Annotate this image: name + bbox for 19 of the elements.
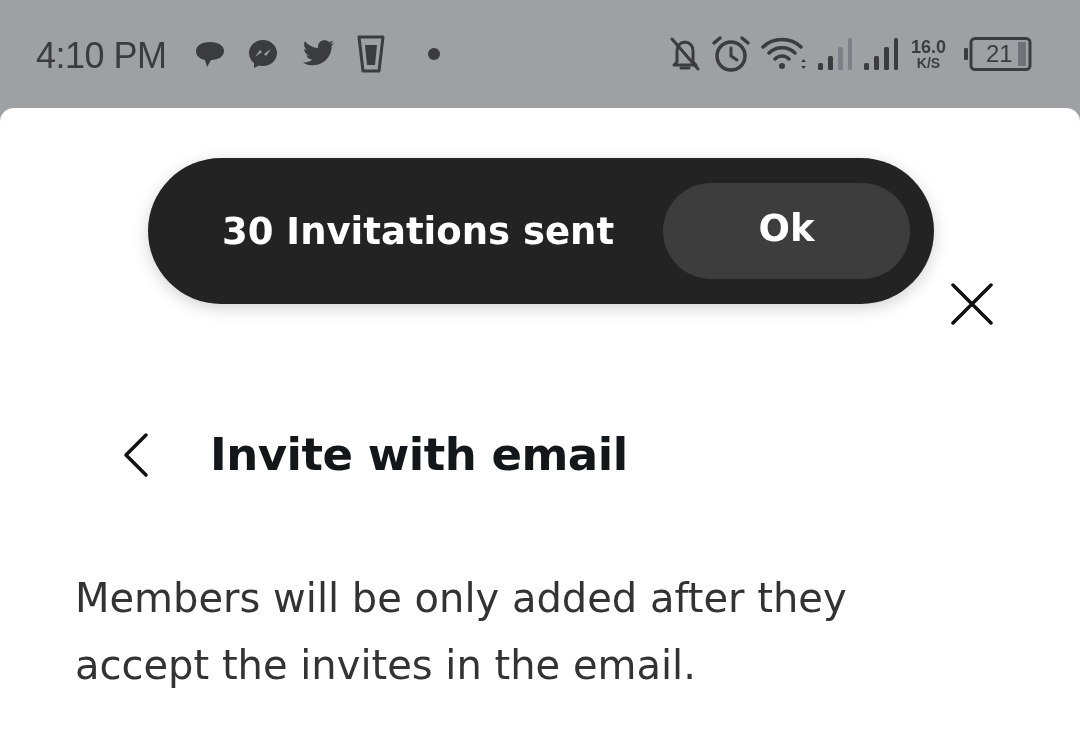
toast-message: 30 Invitations sent <box>222 209 615 253</box>
glass-icon <box>356 35 385 73</box>
messenger-icon <box>246 38 279 70</box>
notification-dot-icon <box>427 48 440 60</box>
status-time: 4:10 PM <box>36 35 167 77</box>
ok-button[interactable]: Ok <box>663 183 910 279</box>
battery-icon <box>964 37 1032 71</box>
page-title: Invite with email <box>210 428 628 481</box>
wifi-icon <box>760 36 807 72</box>
close-icon[interactable] <box>950 283 994 325</box>
alarm-clock-icon <box>710 35 751 73</box>
network-speed-unit: K/S <box>916 56 941 70</box>
signal-bars-icon <box>862 37 899 71</box>
chat-bubble-icon <box>193 39 226 69</box>
description-text: Members will be only added after they accept the invites in the email. <box>75 574 848 690</box>
signal-bars-icon <box>816 37 853 71</box>
network-speed-value: 16.0 <box>910 38 946 56</box>
battery-percentage: 21 <box>986 39 1013 69</box>
bell-off-icon <box>668 36 701 72</box>
